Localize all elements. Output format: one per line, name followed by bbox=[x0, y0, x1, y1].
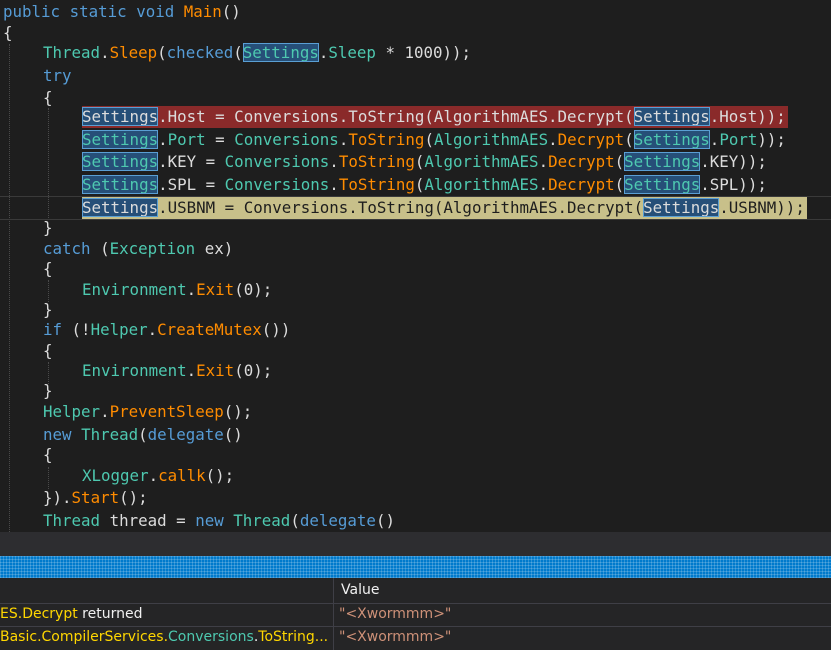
code-line-23[interactable]: XLogger.callk(); bbox=[82, 465, 234, 487]
watch-row-value[interactable]: "<Xwormmm>" bbox=[339, 626, 451, 649]
code-line-13[interactable]: { bbox=[43, 258, 53, 280]
code-line-18[interactable]: Environment.Exit(0); bbox=[82, 360, 272, 382]
reference-highlight: Settings bbox=[624, 152, 701, 171]
autos-window[interactable]: Value ES.Decrypt returned "<Xwormmm>" Ba… bbox=[0, 578, 831, 650]
code-line-19[interactable]: } bbox=[43, 380, 53, 402]
code-line-12[interactable]: catch (Exception ex) bbox=[43, 238, 233, 260]
code-line-22[interactable]: { bbox=[43, 444, 53, 466]
code-line-7[interactable]: Settings.Port = Conversions.ToString(Alg… bbox=[82, 129, 786, 151]
code-line-5[interactable]: { bbox=[43, 87, 53, 109]
code-line-current-statement[interactable]: Settings.USBNM = Conversions.ToString(Al… bbox=[82, 197, 807, 219]
code-line-25[interactable]: Thread thread = new Thread(delegate() bbox=[43, 510, 395, 532]
reference-highlight: Settings bbox=[82, 130, 159, 149]
reference-highlight: Settings bbox=[633, 107, 710, 126]
watch-row-name[interactable]: Basic.CompilerServices.Conversions.ToStr… bbox=[0, 626, 330, 649]
code-line-8[interactable]: Settings.KEY = Conversions.ToString(Algo… bbox=[82, 151, 767, 173]
code-editor[interactable]: public static void Main() { Thread.Sleep… bbox=[0, 0, 831, 532]
reference-highlight: Settings bbox=[82, 198, 159, 217]
panel-title-bar[interactable] bbox=[0, 556, 831, 578]
current-line-border bbox=[0, 219, 831, 220]
code-line-1[interactable]: public static void Main() bbox=[3, 1, 241, 23]
code-line-4[interactable]: try bbox=[43, 65, 72, 87]
reference-highlight: Settings bbox=[242, 43, 319, 62]
code-line-20[interactable]: Helper.PreventSleep(); bbox=[43, 401, 252, 423]
column-separator[interactable] bbox=[333, 578, 334, 650]
code-line-24[interactable]: }).Start(); bbox=[43, 487, 148, 509]
code-line-breakpoint[interactable]: Settings.Host = Conversions.ToString(Alg… bbox=[82, 106, 788, 128]
reference-highlight: Settings bbox=[82, 175, 159, 194]
code-line-15[interactable]: } bbox=[43, 299, 53, 321]
code-line-2[interactable]: { bbox=[3, 22, 13, 44]
watch-row-name[interactable]: ES.Decrypt returned bbox=[0, 603, 330, 626]
indent-guide bbox=[48, 108, 49, 220]
watch-header-row: Value bbox=[0, 578, 831, 604]
code-line-17[interactable]: { bbox=[43, 340, 53, 362]
code-line-9[interactable]: Settings.SPL = Conversions.ToString(Algo… bbox=[82, 174, 767, 196]
reference-highlight: Settings bbox=[633, 130, 710, 149]
indent-guide bbox=[9, 44, 10, 532]
code-line-16[interactable]: if (!Helper.CreateMutex()) bbox=[43, 319, 290, 341]
reference-highlight: Settings bbox=[82, 107, 159, 126]
reference-highlight: Settings bbox=[82, 152, 159, 171]
reference-highlight: Settings bbox=[624, 175, 701, 194]
watch-row-value[interactable]: "<Xwormmm>" bbox=[339, 603, 451, 626]
code-line-11[interactable]: } bbox=[43, 217, 53, 239]
column-header-value[interactable]: Value bbox=[341, 579, 379, 602]
reference-highlight: Settings bbox=[643, 198, 720, 217]
indent-guide bbox=[48, 467, 49, 489]
code-line-3[interactable]: Thread.Sleep(checked(Settings.Sleep * 10… bbox=[43, 42, 471, 64]
code-line-14[interactable]: Environment.Exit(0); bbox=[82, 279, 272, 301]
code-line-21[interactable]: new Thread(delegate() bbox=[43, 424, 243, 446]
panel-splitter[interactable] bbox=[0, 532, 831, 556]
